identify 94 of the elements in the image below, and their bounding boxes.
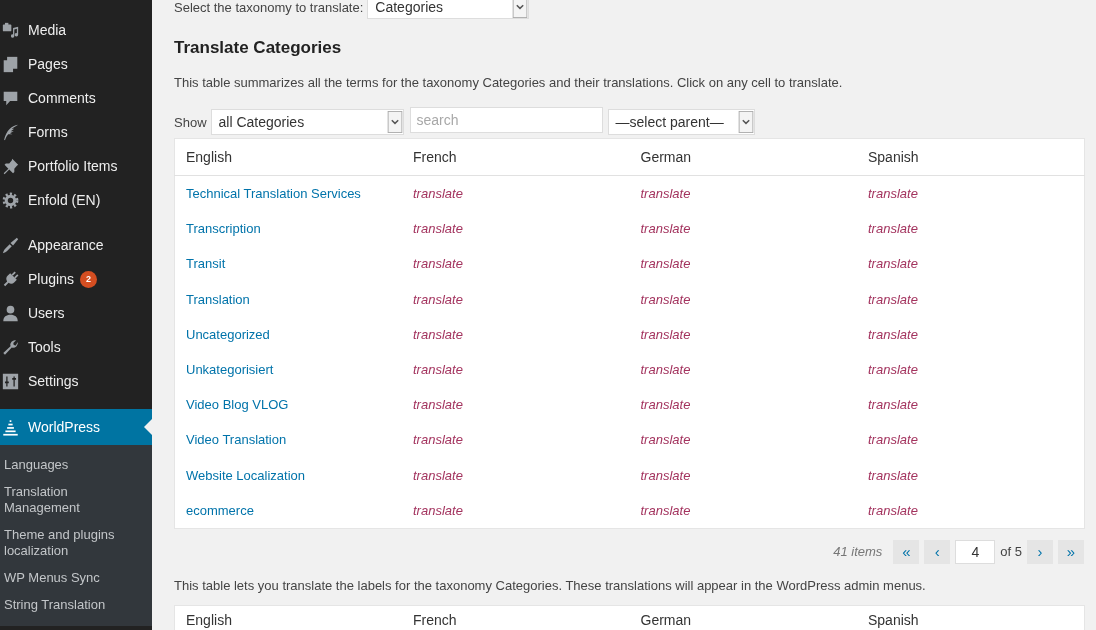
column-header: Spanish [868,149,919,165]
gear-icon [2,191,19,209]
column-header: English [186,611,232,628]
term-link[interactable]: Uncategorized [186,326,270,342]
translate-link[interactable]: translate [413,432,463,448]
translate-link[interactable]: translate [868,502,918,518]
term-link[interactable]: Transit [186,256,226,272]
plug-icon [2,270,19,288]
term-link[interactable]: Translation [186,291,250,307]
show-label: Show [174,114,207,130]
column-header: German [640,611,692,628]
submenu-item[interactable]: Languages [0,451,152,478]
camera-note-icon [2,21,19,39]
pushpin-icon [2,157,19,175]
translate-link[interactable]: translate [868,397,918,413]
translate-link[interactable]: translate [868,326,918,342]
translate-link[interactable]: translate [413,186,463,202]
taxonomy-select[interactable]: Categories [367,0,530,19]
translate-link[interactable]: translate [640,186,691,202]
page-total: of 5 [1000,544,1022,560]
previous-page-button[interactable]: ‹ [924,539,951,564]
term-link[interactable]: Video Blog VLOG [186,397,289,413]
taxonomy-label: Select the taxonomy to translate: [174,0,364,15]
column-header: German [640,149,692,165]
feather-icon [2,123,19,141]
column-header: French [413,611,457,628]
translate-link[interactable]: translate [868,221,918,237]
sidebar-menu-item[interactable]: Media [0,13,152,47]
translate-link[interactable]: translate [868,432,918,448]
section-heading: Translate Categories [174,37,343,59]
term-filter-select[interactable]: all Categories [210,109,404,135]
sliders-icon [2,372,19,390]
sidebar-menu-item[interactable]: Comments [0,81,152,115]
submenu-item[interactable]: Theme and plugins localization [0,521,152,564]
translate-link[interactable]: translate [413,362,463,378]
item-count: 41 items [833,544,883,560]
translate-link[interactable]: translate [868,186,918,202]
sidebar-menu-item[interactable]: WorldPress [0,409,152,445]
person-icon [2,304,19,322]
sidebar-menu-item[interactable]: Portfolio Items [0,149,152,183]
sidebar-menu-item[interactable]: Pages [0,47,152,81]
wrench-icon [2,338,19,356]
parent-select[interactable]: —select parent— [607,109,755,135]
next-page-button[interactable]: › [1027,539,1053,564]
term-link[interactable]: Technical Translation Services [186,186,361,202]
sidebar-menu-item[interactable]: Appearance [0,228,152,262]
intro-text: This table summarizes all the terms for the taxonomy Categories and their translations. Click on any cell to translate. [174,74,844,92]
page-number-field[interactable]: 4 [955,539,996,564]
labels-intro-text: This table lets you translate the labels for the taxonomy Categories. These translations will appear in the WordPress admin menus. [174,576,927,595]
translate-link[interactable]: translate [640,326,691,342]
translate-link[interactable]: translate [640,362,691,378]
submenu-item[interactable]: String Translation [0,591,152,618]
translate-link[interactable]: translate [640,467,691,483]
translate-link[interactable]: translate [413,326,463,342]
translate-link[interactable]: translate [640,502,691,518]
term-link[interactable]: Unkategorisiert [186,362,274,378]
sidebar-menu-item[interactable]: Tools [0,330,152,364]
translate-link[interactable]: translate [868,362,918,378]
term-link[interactable]: Video Translation [186,432,287,448]
striped-triangle-icon [2,418,19,436]
sidebar-menu-item[interactable]: Settings [0,364,152,398]
paintbrush-icon [2,236,19,254]
translate-link[interactable]: translate [868,467,918,483]
translate-link[interactable]: translate [413,502,463,518]
speech-bubble-icon [2,89,19,107]
translate-link[interactable]: translate [413,221,463,237]
translate-link[interactable]: translate [640,221,691,237]
pages-icon [2,55,19,73]
submenu-item[interactable]: WP Menus Sync [0,564,152,591]
term-link[interactable]: Website Localization [186,467,305,483]
sidebar-menu-item[interactable]: Users [0,296,152,330]
update-count-badge: 2 [79,270,97,288]
translate-link[interactable]: translate [413,256,463,272]
term-link[interactable]: Transcription [186,221,261,237]
submenu-item[interactable]: Translation Management [0,478,152,521]
translate-link[interactable]: translate [413,397,463,413]
sidebar-menu-item[interactable]: Enfold (EN) [0,183,152,217]
column-header: English [186,149,232,165]
translate-link[interactable]: translate [640,256,691,272]
column-header: Spanish [868,611,919,628]
translate-link[interactable]: translate [640,291,691,307]
first-page-button[interactable]: « [893,539,920,564]
translate-link[interactable]: translate [868,291,918,307]
term-link[interactable]: ecommerce [186,502,254,518]
translate-link[interactable]: translate [413,291,463,307]
sidebar-menu-item[interactable]: Plugins 2 [0,262,152,296]
search-field[interactable]: search [409,107,603,133]
sidebar-menu-item[interactable]: Forms [0,115,152,149]
translate-link[interactable]: translate [640,432,691,448]
translate-link[interactable]: translate [413,467,463,483]
translate-link[interactable]: translate [640,397,691,413]
last-page-button[interactable]: » [1058,539,1084,564]
translate-link[interactable]: translate [868,256,918,272]
column-header: French [413,149,457,165]
